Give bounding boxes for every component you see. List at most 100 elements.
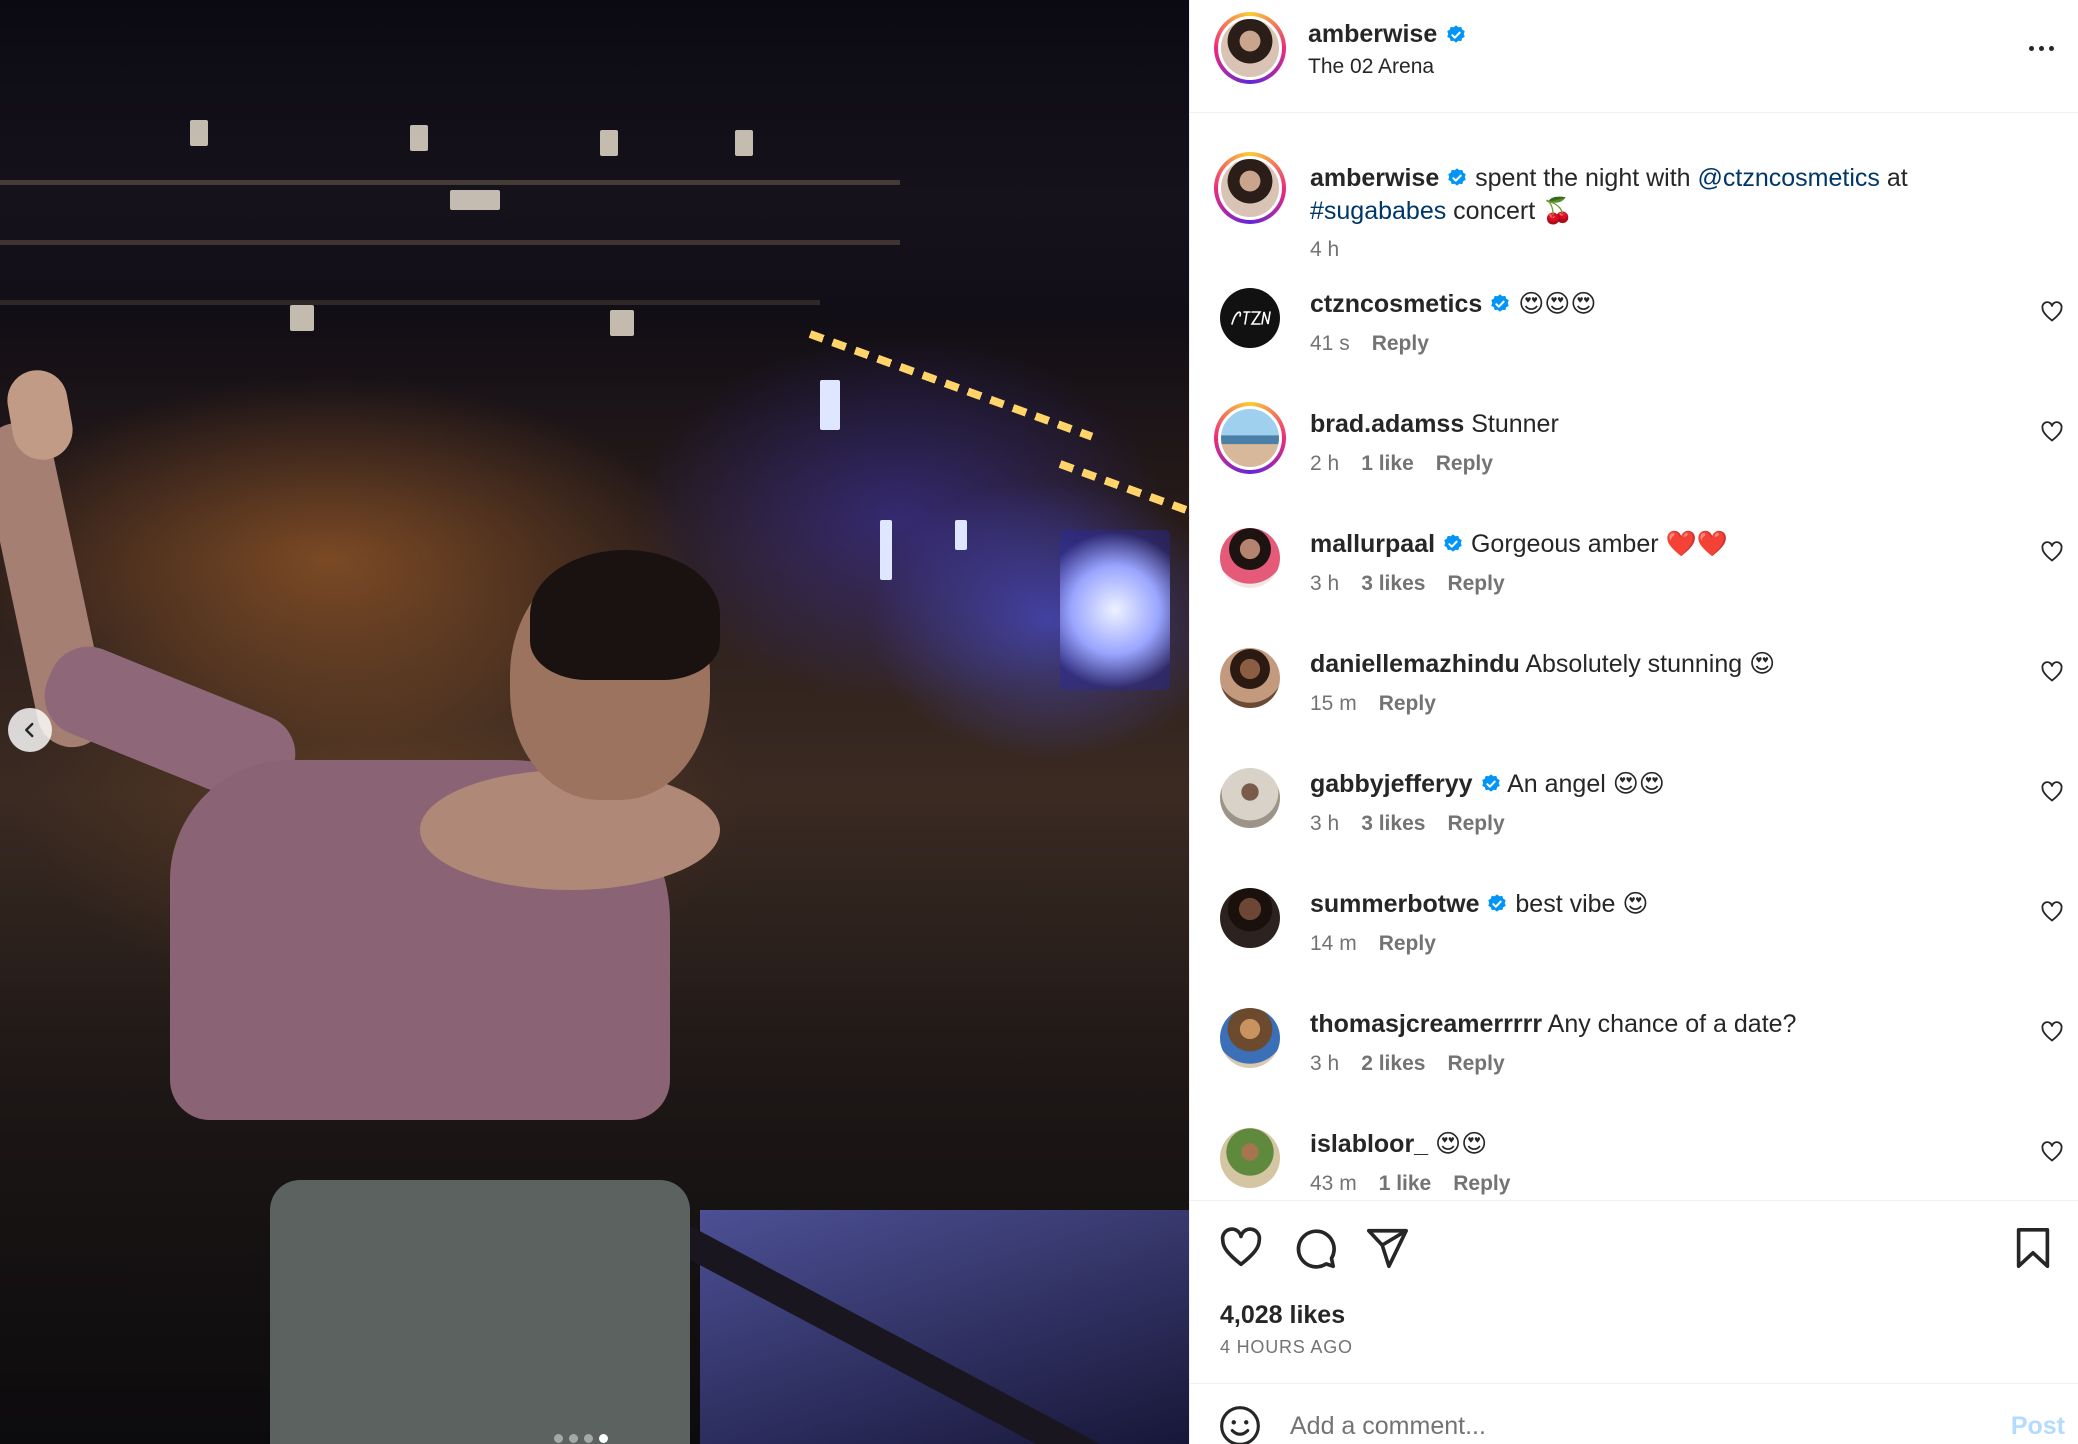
comment-text: An angel 😍😍 <box>1507 770 1665 798</box>
comment-likes[interactable]: 1 like <box>1379 1172 1432 1196</box>
comment-username[interactable]: ctzncosmetics <box>1310 290 1482 318</box>
comment-like-heart-icon[interactable] <box>2040 1020 2064 1044</box>
carousel-dot[interactable] <box>554 1434 563 1443</box>
comment-line: brad.adamss Stunner <box>1310 408 1559 440</box>
comment-username[interactable]: islabloor_ <box>1310 1130 1428 1158</box>
post-comment-button[interactable]: Post <box>2011 1412 2065 1441</box>
bookmark-icon[interactable] <box>2010 1225 2056 1271</box>
comment-reply-button[interactable]: Reply <box>1447 1052 1504 1076</box>
commenter-avatar[interactable] <box>1220 1008 1280 1068</box>
comment-line: thomasjcreamerrrrr Any chance of a date? <box>1310 1008 1796 1040</box>
comment-reply-button[interactable]: Reply <box>1379 692 1436 716</box>
comment-like-heart-icon[interactable] <box>2040 780 2064 804</box>
caption-username[interactable]: amberwise <box>1310 164 1439 192</box>
comment-line: ctzncosmetics 😍😍😍 <box>1310 288 1596 320</box>
comment-meta: 41 s Reply <box>1310 332 1429 356</box>
comment-line: mallurpaal Gorgeous amber ❤️❤️ <box>1310 528 1728 560</box>
comment-reply-button[interactable]: Reply <box>1372 332 1429 356</box>
comment-like-heart-icon[interactable] <box>2040 300 2064 324</box>
comment-time: 14 m <box>1310 932 1357 955</box>
post-timestamp[interactable]: 4 HOURS AGO <box>1220 1337 1353 1358</box>
paper-plane-icon[interactable] <box>1364 1225 1410 1271</box>
comment-reply-button[interactable]: Reply <box>1436 452 1493 476</box>
caption-mention[interactable]: @ctzncosmetics <box>1698 164 1880 192</box>
comment-likes[interactable]: 2 likes <box>1361 1052 1425 1076</box>
comment-like-heart-icon[interactable] <box>2040 660 2064 684</box>
commenter-avatar[interactable] <box>1220 888 1280 948</box>
comment-item: gabbyjefferyy An angel 😍😍 3 h 3 likes Repl… <box>1214 760 2064 870</box>
comment-username[interactable]: summerbotwe <box>1310 890 1479 918</box>
post-location[interactable]: The 02 Arena <box>1308 55 1434 79</box>
comment-like-heart-icon[interactable] <box>2040 1140 2064 1164</box>
caption-time: 4 h <box>1310 238 1340 261</box>
author-username-text[interactable]: amberwise <box>1308 20 1437 49</box>
author-avatar[interactable] <box>1214 12 1286 84</box>
comment-username[interactable]: brad.adamss <box>1310 410 1464 438</box>
verified-badge-icon <box>1488 894 1507 912</box>
carousel-dot[interactable] <box>584 1434 593 1443</box>
comment-likes[interactable]: 3 likes <box>1361 572 1425 596</box>
heart-icon[interactable] <box>1218 1225 1264 1271</box>
comment-time: 41 s <box>1310 332 1350 355</box>
carousel-dot-active[interactable] <box>599 1434 608 1443</box>
post-media <box>0 0 1189 1444</box>
post-header: amberwise The 02 Arena <box>1190 0 2078 113</box>
comment-reply-button[interactable]: Reply <box>1379 932 1436 956</box>
comment-item: daniellemazhindu Absolutely stunning 😍 1… <box>1214 640 2064 750</box>
comment-text: best vibe 😍 <box>1515 890 1649 918</box>
comment-meta: 14 m Reply <box>1310 932 1436 956</box>
commenter-avatar[interactable] <box>1214 402 1286 474</box>
comment-reply-button[interactable]: Reply <box>1447 572 1504 596</box>
comment-time: 43 m <box>1310 1172 1357 1195</box>
verified-badge-icon <box>1447 24 1465 43</box>
commenter-avatar[interactable] <box>1220 768 1280 828</box>
commenter-avatar[interactable] <box>1220 1128 1280 1188</box>
author-username[interactable]: amberwise <box>1308 20 1467 49</box>
comment-reply-button[interactable]: Reply <box>1447 812 1504 836</box>
comment-likes[interactable]: 1 like <box>1361 452 1414 476</box>
commenter-avatar[interactable] <box>1220 288 1280 348</box>
comment-like-heart-icon[interactable] <box>2040 420 2064 444</box>
comment-meta: 2 h 1 like Reply <box>1310 452 1493 476</box>
post-actions: 4,028 likes 4 HOURS AGO Post <box>1190 1200 2078 1444</box>
verified-badge-icon <box>1444 534 1462 552</box>
comment-username[interactable]: gabbyjefferyy <box>1310 770 1473 798</box>
carousel-prev-button[interactable] <box>8 708 52 752</box>
comment-time: 3 h <box>1310 1052 1340 1075</box>
comment-username[interactable]: daniellemazhindu <box>1310 650 1520 678</box>
commenter-avatar[interactable] <box>1220 528 1280 588</box>
carousel-dots <box>554 1434 608 1443</box>
comment-meta: 3 h 3 likes Reply <box>1310 572 1505 596</box>
comment-item: brad.adamss Stunner 2 h 1 like Reply <box>1214 400 2064 510</box>
comment-line: summerbotwe best vibe 😍 <box>1310 888 1648 920</box>
comment-time: 15 m <box>1310 692 1357 715</box>
post-panel: amberwise The 02 Arena amberwise spent t… <box>1189 0 2078 1444</box>
verified-badge-icon <box>1491 294 1509 312</box>
carousel-dot[interactable] <box>569 1434 578 1443</box>
comment-reply-button[interactable]: Reply <box>1453 1172 1510 1196</box>
caption-avatar[interactable] <box>1214 152 1286 224</box>
comment-likes[interactable]: 3 likes <box>1361 812 1425 836</box>
caption-part-2: at <box>1879 164 1908 192</box>
likes-count[interactable]: 4,028 likes <box>1220 1301 1345 1330</box>
comment-text: 😍😍😍 <box>1518 290 1597 318</box>
emoji-smile-icon[interactable] <box>1218 1404 1262 1444</box>
comment-username[interactable]: mallurpaal <box>1310 530 1435 558</box>
commenter-avatar[interactable] <box>1220 648 1280 708</box>
comment-username[interactable]: thomasjcreamerrrrr <box>1310 1010 1542 1038</box>
comment-item: summerbotwe best vibe 😍 14 m Reply <box>1214 880 2064 990</box>
comment-like-heart-icon[interactable] <box>2040 540 2064 564</box>
more-horizontal-icon <box>2028 45 2034 51</box>
more-dot <box>2048 45 2054 51</box>
comment-like-heart-icon[interactable] <box>2040 900 2064 924</box>
comments-list[interactable]: amberwise spent the night with @ctzncosm… <box>1190 114 2078 1199</box>
comment-line: islabloor_ 😍😍 <box>1310 1128 1487 1160</box>
caption-part-1: spent the night with <box>1468 164 1698 192</box>
comment-text: Any chance of a date? <box>1547 1010 1797 1038</box>
more-options-button[interactable] <box>2021 36 2061 60</box>
caption-hashtag[interactable]: #sugababes <box>1310 197 1446 225</box>
comment-meta: 15 m Reply <box>1310 692 1436 716</box>
comment-line: daniellemazhindu Absolutely stunning 😍 <box>1310 648 1775 680</box>
comment-input[interactable] <box>1290 1406 1970 1444</box>
comment-bubble-icon[interactable] <box>1292 1225 1338 1271</box>
